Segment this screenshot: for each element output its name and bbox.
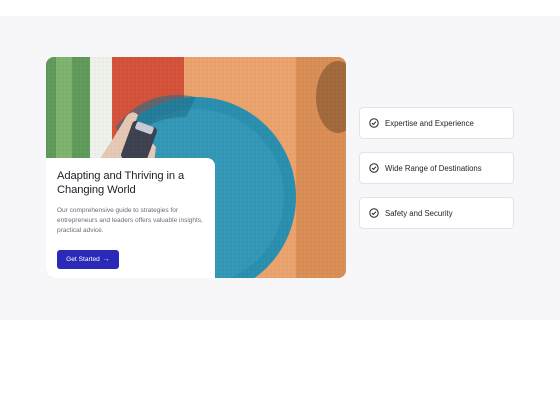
feature-safety[interactable]: Safety and Security xyxy=(359,197,514,229)
card-description: Our comprehensive guide to strategies fo… xyxy=(57,207,203,234)
get-started-label: Get Started xyxy=(66,256,100,263)
feature-label: Wide Range of Destinations xyxy=(385,163,482,173)
card-title: Adapting and Thriving in a Changing Worl… xyxy=(57,170,185,196)
check-circle-icon xyxy=(369,163,379,173)
feature-label: Safety and Security xyxy=(385,208,453,218)
check-circle-icon xyxy=(369,118,379,128)
hero-card: Adapting and Thriving in a Changing Worl… xyxy=(46,158,215,278)
feature-destinations[interactable]: Wide Range of Destinations xyxy=(359,152,514,184)
check-circle-icon xyxy=(369,208,379,218)
feature-label: Expertise and Experience xyxy=(385,118,474,128)
get-started-button[interactable]: Get Started → xyxy=(57,250,119,269)
arrow-right-icon: → xyxy=(102,256,110,263)
feature-expertise[interactable]: Expertise and Experience xyxy=(359,107,514,139)
